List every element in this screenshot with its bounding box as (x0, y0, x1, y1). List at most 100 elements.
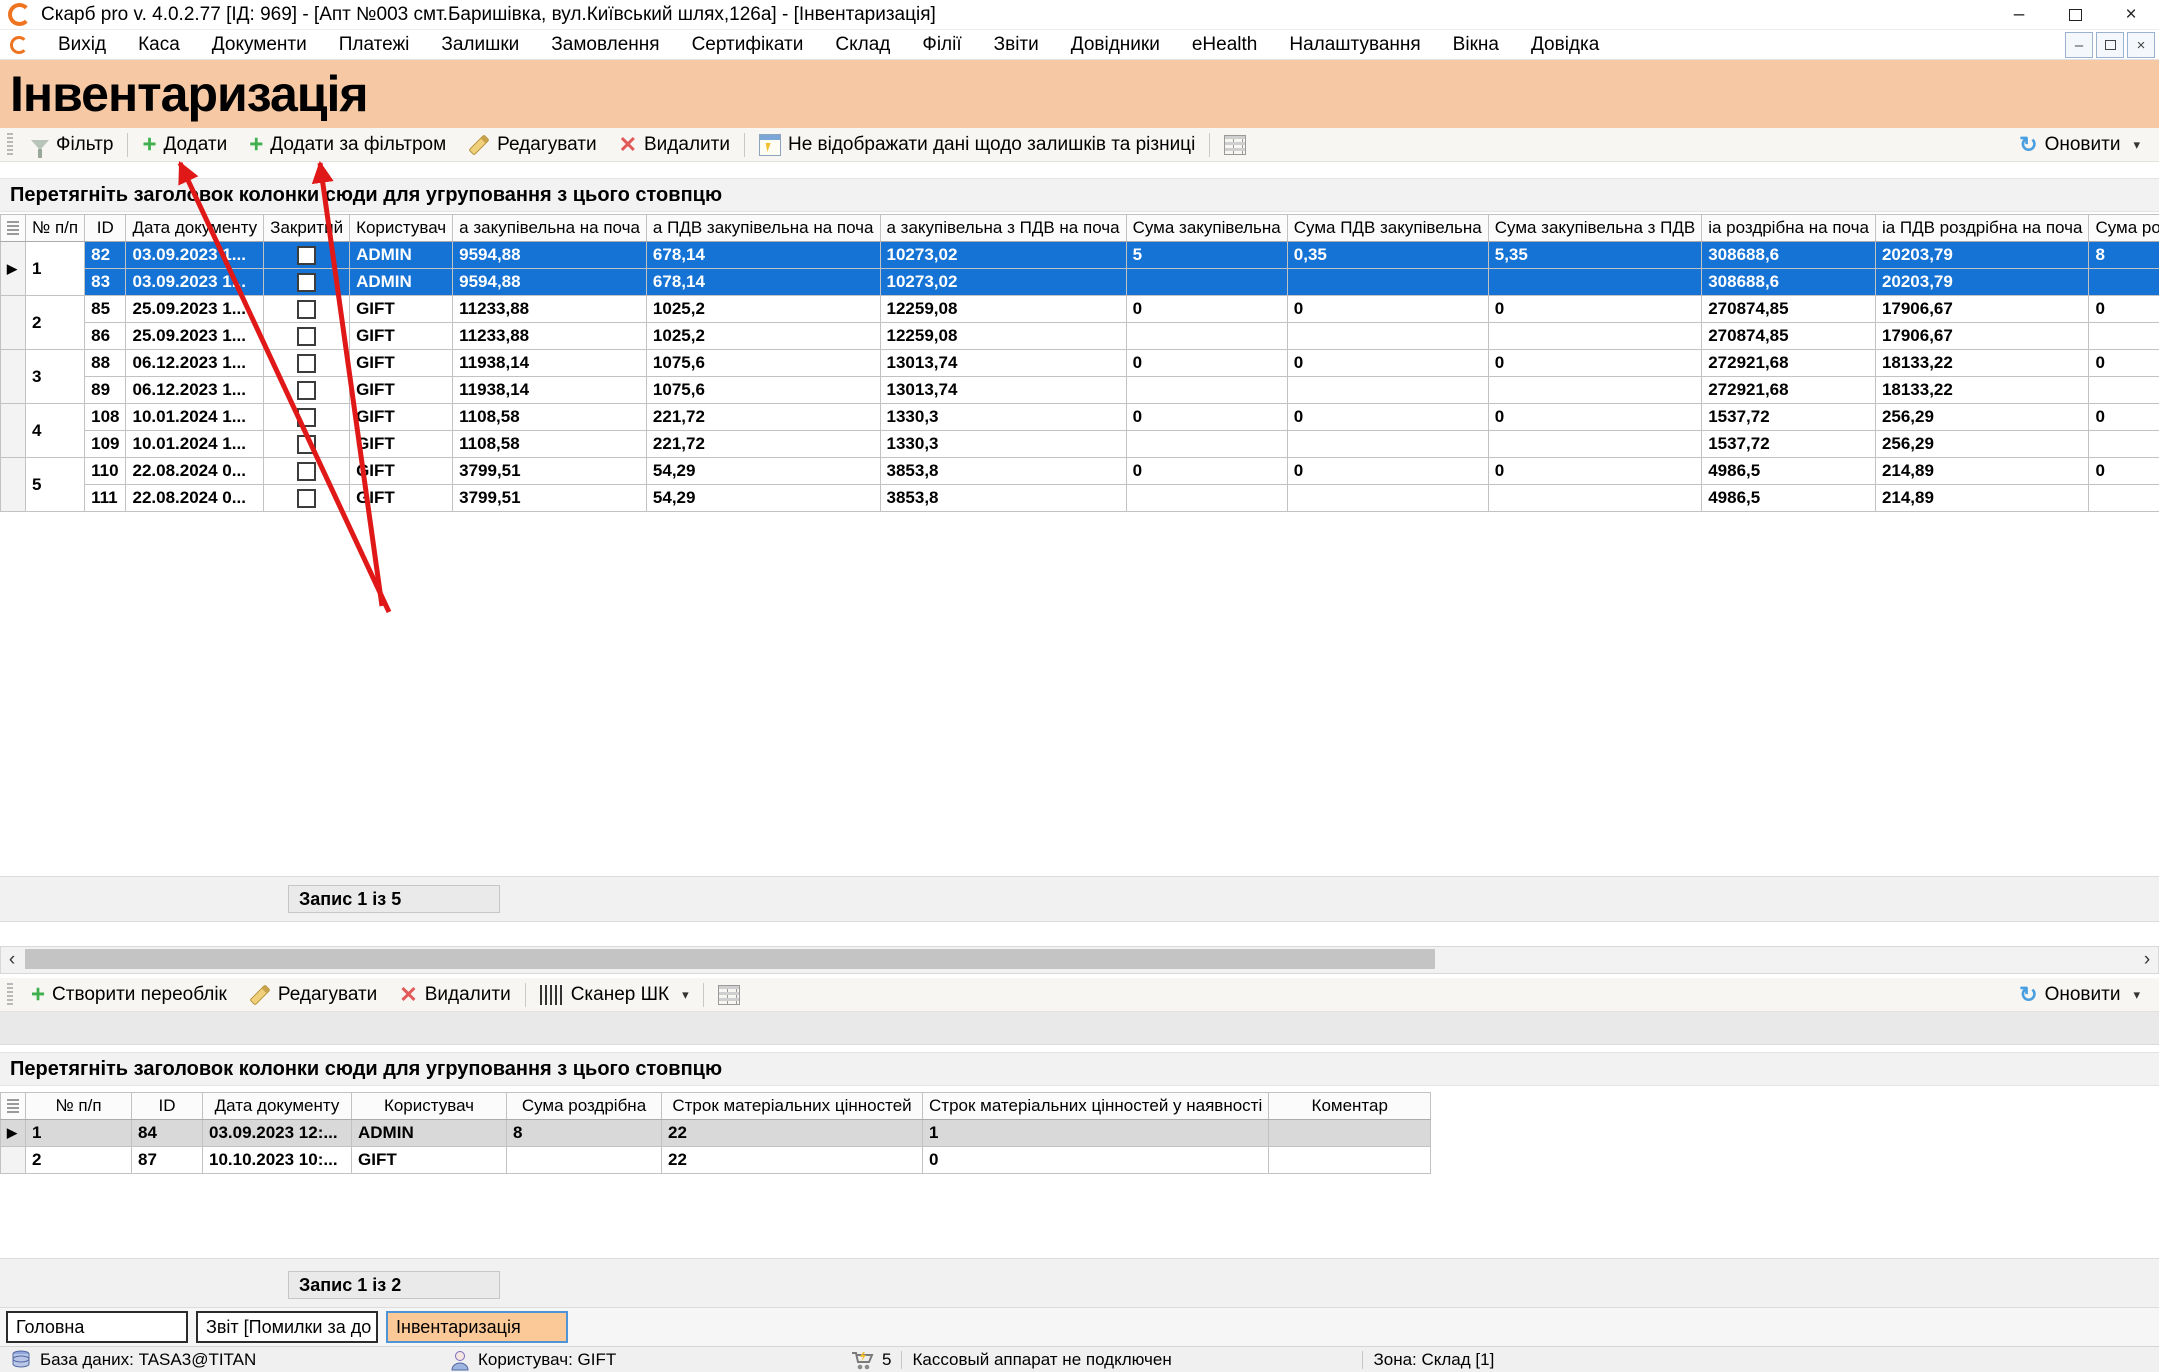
menu-item-8[interactable]: Філії (906, 34, 977, 56)
menu-item-0[interactable]: Вихід (42, 34, 122, 56)
toggle-remainders-button[interactable]: Не відображати дані щодо залишків та різ… (748, 128, 1206, 161)
chevron-down-icon[interactable]: ▾ (2133, 987, 2140, 1003)
mdi-restore-button[interactable] (2096, 32, 2124, 58)
column-header-0[interactable]: № п/п (26, 215, 85, 242)
refresh-button[interactable]: ↻ Оновити ▾ (2008, 132, 2151, 158)
menu-item-7[interactable]: Склад (819, 34, 906, 56)
closed-checkbox[interactable] (297, 300, 316, 319)
menu-item-10[interactable]: Довідники (1055, 34, 1176, 56)
add-button[interactable]: + Додати (131, 128, 238, 161)
menu-item-3[interactable]: Платежі (323, 34, 426, 56)
cell-id: 86 (85, 323, 126, 350)
sub-refresh-button[interactable]: ↻ Оновити ▾ (2008, 982, 2151, 1008)
add-by-filter-button[interactable]: + Додати за фільтром (238, 128, 457, 161)
tab-inventaryzatsiia[interactable]: Інвентаризація (386, 1311, 568, 1343)
column-header-8[interactable]: Сума закупівельна (1126, 215, 1287, 242)
sub-column-header-0[interactable]: № п/п (26, 1093, 132, 1120)
table-row[interactable]: 8303.09.2023 1...ADMIN9594,88678,1410273… (1, 269, 2159, 296)
column-header-3[interactable]: Закритий (264, 215, 350, 242)
closed-checkbox[interactable] (297, 273, 316, 292)
column-header-1[interactable]: ID (85, 215, 126, 242)
menu-item-14[interactable]: Довідка (1515, 34, 1615, 56)
status-cart-count: 5 (840, 1347, 901, 1372)
column-header-12[interactable]: іа ПДВ роздрібна на поча (1875, 215, 2089, 242)
scrollbar-thumb[interactable] (25, 949, 1435, 969)
sub-columns-button[interactable] (707, 978, 751, 1011)
column-header-13[interactable]: Сума роздріб (2089, 215, 2159, 242)
sub-edit-button[interactable]: Редагувати (238, 978, 388, 1011)
menu-item-6[interactable]: Сертифікати (676, 34, 820, 56)
mdi-minimize-button[interactable]: – (2065, 32, 2093, 58)
column-header-7[interactable]: а закупівельна з ПДВ на поча (880, 215, 1126, 242)
toolbar-grip[interactable] (7, 133, 13, 157)
sub-column-header-1[interactable]: ID (132, 1093, 203, 1120)
sub-column-header-4[interactable]: Сума роздрібна (507, 1093, 662, 1120)
sub-column-header-6[interactable]: Строк матеріальних цінностей у наявності (923, 1093, 1269, 1120)
sub-column-header-7[interactable]: Коментар (1269, 1093, 1431, 1120)
scrollbar-track[interactable] (23, 947, 2136, 973)
tab-zvit-pomylky[interactable]: Звіт [Помилки за до ... (196, 1311, 378, 1343)
barcode-icon (540, 985, 564, 1005)
create-recount-button[interactable]: + Створити переоблік (20, 978, 238, 1011)
minimize-button[interactable]: – (1991, 0, 2047, 30)
closed-checkbox[interactable] (297, 408, 316, 427)
table-row[interactable]: 28525.09.2023 1...GIFT11233,881025,21225… (1, 296, 2159, 323)
mdi-close-button[interactable]: × (2127, 32, 2155, 58)
columns-button[interactable] (1213, 128, 1257, 161)
menu-item-1[interactable]: Каса (122, 34, 196, 56)
menu-item-11[interactable]: eHealth (1176, 34, 1274, 56)
table-row[interactable]: 10910.01.2024 1...GIFT1108,58221,721330,… (1, 431, 2159, 458)
column-header-4[interactable]: Користувач (350, 215, 453, 242)
closed-checkbox[interactable] (297, 327, 316, 346)
closed-checkbox[interactable] (297, 435, 316, 454)
chevron-down-icon[interactable]: ▾ (2133, 137, 2140, 153)
close-button[interactable]: × (2103, 0, 2159, 30)
cell-value-6: 1537,72 (1702, 431, 1876, 458)
menu-item-2[interactable]: Документи (196, 34, 323, 56)
column-header-6[interactable]: а ПДВ закупівельна на поча (646, 215, 880, 242)
delete-button[interactable]: ✕ Видалити (608, 128, 741, 161)
closed-checkbox[interactable] (297, 381, 316, 400)
scroll-left-arrow[interactable]: ‹ (1, 947, 23, 973)
closed-checkbox[interactable] (297, 462, 316, 481)
current-row-icon: ▶ (7, 261, 17, 276)
sub-delete-button[interactable]: ✕ Видалити (388, 978, 521, 1011)
filter-button[interactable]: Фільтр (20, 128, 124, 161)
closed-checkbox[interactable] (297, 354, 316, 373)
scroll-right-arrow[interactable]: › (2136, 947, 2158, 973)
menu-item-5[interactable]: Замовлення (535, 34, 675, 56)
column-header-2[interactable]: Дата документу (126, 215, 264, 242)
closed-checkbox[interactable] (297, 489, 316, 508)
chevron-down-icon[interactable]: ▾ (682, 987, 689, 1003)
cell-value-3: 0 (1126, 458, 1287, 485)
table-row[interactable]: 38806.12.2023 1...GIFT11938,141075,61301… (1, 350, 2159, 377)
table-row[interactable]: 8906.12.2023 1...GIFT11938,141075,613013… (1, 377, 2159, 404)
table-row[interactable]: 511022.08.2024 0...GIFT3799,5154,293853,… (1, 458, 2159, 485)
cell-value-5 (1488, 269, 1701, 296)
tab-holovna[interactable]: Головна (6, 1311, 188, 1343)
closed-checkbox[interactable] (297, 246, 316, 265)
table-row[interactable]: ▶18203.09.2023 1...ADMIN9594,88678,14102… (1, 242, 2159, 269)
barcode-scanner-button[interactable]: Сканер ШК ▾ (529, 978, 700, 1011)
table-row[interactable]: 410810.01.2024 1...GIFT1108,58221,721330… (1, 404, 2159, 431)
sub-column-header-5[interactable]: Строк матеріальних цінностей (662, 1093, 923, 1120)
cell-value-7: 256,29 (1875, 431, 2089, 458)
cell-value-2: 10273,02 (880, 269, 1126, 296)
column-header-5[interactable]: а закупівельна на поча (453, 215, 647, 242)
sub-column-header-3[interactable]: Користувач (352, 1093, 507, 1120)
column-header-10[interactable]: Сума закупівельна з ПДВ (1488, 215, 1701, 242)
menu-item-13[interactable]: Вікна (1437, 34, 1515, 56)
table-row[interactable]: 8625.09.2023 1...GIFT11233,881025,212259… (1, 323, 2159, 350)
menu-item-9[interactable]: Звіти (978, 34, 1055, 56)
table-row[interactable]: 28710.10.2023 10:...GIFT220 (1, 1147, 1431, 1174)
sub-column-header-2[interactable]: Дата документу (203, 1093, 352, 1120)
table-row[interactable]: ▶18403.09.2023 12:...ADMIN8221 (1, 1120, 1431, 1147)
edit-button[interactable]: Редагувати (457, 128, 607, 161)
column-header-9[interactable]: Сума ПДВ закупівельна (1287, 215, 1488, 242)
toolbar-grip[interactable] (7, 983, 13, 1007)
column-header-11[interactable]: іа роздрібна на поча (1702, 215, 1876, 242)
menu-item-12[interactable]: Налаштування (1273, 34, 1436, 56)
restore-button[interactable] (2047, 0, 2103, 30)
menu-item-4[interactable]: Залишки (425, 34, 535, 56)
table-row[interactable]: 11122.08.2024 0...GIFT3799,5154,293853,8… (1, 485, 2159, 512)
